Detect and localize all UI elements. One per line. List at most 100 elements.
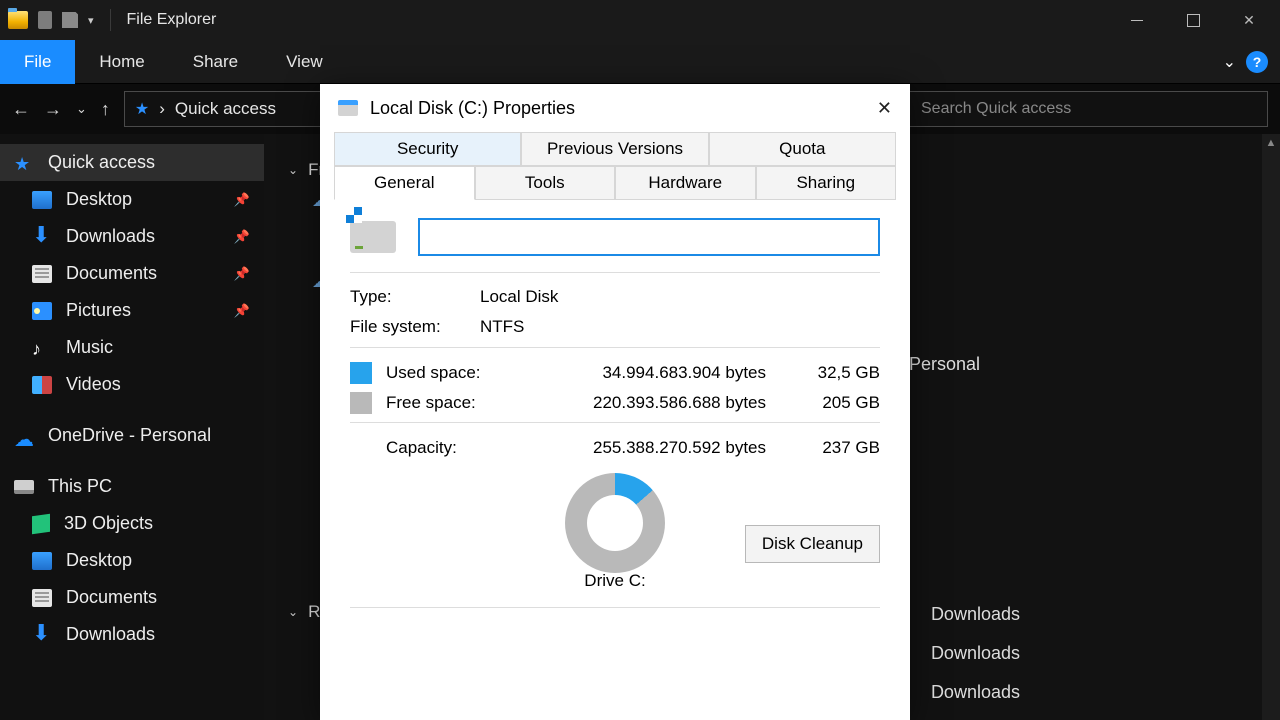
- sidebar-onedrive[interactable]: ☁ OneDrive - Personal: [0, 417, 264, 454]
- free-swatch-icon: [350, 392, 372, 414]
- tab-sharing[interactable]: Sharing: [756, 166, 897, 200]
- scroll-up-icon[interactable]: ▲: [1262, 134, 1280, 152]
- tab-view[interactable]: View: [262, 40, 347, 84]
- sidebar-item-desktop2[interactable]: Desktop: [0, 542, 264, 579]
- disk-cleanup-button[interactable]: Disk Cleanup: [745, 525, 880, 563]
- chevron-down-icon: ⌄: [288, 605, 298, 619]
- sidebar-label: This PC: [48, 476, 112, 497]
- sidebar-this-pc[interactable]: This PC: [0, 468, 264, 505]
- ribbon-collapse-icon[interactable]: ⌄: [1223, 52, 1236, 72]
- pin-icon[interactable]: 📌: [234, 303, 250, 319]
- free-bytes: 220.393.586.688 bytes: [510, 393, 786, 413]
- breadcrumb-sep-icon: ›: [159, 99, 165, 119]
- document-icon: [32, 589, 52, 607]
- close-button[interactable]: [1226, 0, 1272, 40]
- used-space-row: Used space: 34.994.683.904 bytes 32,5 GB: [350, 362, 880, 384]
- pin-icon[interactable]: 📌: [234, 192, 250, 208]
- quick-access-dropdown-icon[interactable]: ▾: [88, 14, 94, 27]
- star-icon: ★: [14, 154, 34, 172]
- separator: [110, 9, 111, 31]
- help-icon[interactable]: ?: [1246, 51, 1268, 73]
- desktop-icon: [32, 191, 52, 209]
- window-title: File Explorer: [127, 11, 217, 29]
- spacer: [350, 437, 372, 459]
- type-value: Local Disk: [480, 287, 558, 307]
- tab-previous-versions[interactable]: Previous Versions: [521, 132, 708, 166]
- cloud-icon: ☁: [14, 427, 34, 445]
- search-input[interactable]: Search Quick access: [908, 91, 1268, 127]
- sidebar-item-pictures[interactable]: Pictures 📌: [0, 292, 264, 329]
- free-space-row: Free space: 220.393.586.688 bytes 205 GB: [350, 392, 880, 414]
- drive-name-input[interactable]: [418, 218, 880, 256]
- picture-icon: [32, 302, 52, 320]
- sidebar-item-label: Documents: [66, 587, 157, 608]
- sidebar-item-downloads[interactable]: ⬇Downloads📌: [0, 218, 264, 255]
- sidebar-item-label: Pictures: [66, 300, 131, 321]
- sidebar-item-videos[interactable]: Videos: [0, 366, 264, 403]
- ribbon: File Home Share View ⌄ ?: [0, 40, 1280, 84]
- scrollbar[interactable]: ▲: [1262, 134, 1280, 720]
- sidebar-item-desktop[interactable]: Desktop 📌: [0, 181, 264, 218]
- sidebar-item-label: Downloads: [66, 226, 155, 247]
- free-gb: 205 GB: [800, 393, 880, 413]
- usage-donut-chart: [565, 473, 665, 573]
- recent-item[interactable]: Downloads: [931, 643, 1020, 664]
- tab-hardware[interactable]: Hardware: [615, 166, 756, 200]
- tab-home[interactable]: Home: [75, 40, 168, 84]
- dialog-close-button[interactable]: ✕: [877, 98, 892, 119]
- capacity-row: Capacity: 255.388.270.592 bytes 237 GB: [350, 437, 880, 459]
- fs-value: NTFS: [480, 317, 524, 337]
- capacity-label: Capacity:: [386, 438, 496, 458]
- tab-general[interactable]: General: [334, 166, 475, 200]
- desktop-icon: [32, 552, 52, 570]
- video-icon: [32, 376, 52, 394]
- quick-save-icon[interactable]: [62, 12, 78, 28]
- tab-security[interactable]: Security: [334, 132, 521, 166]
- sidebar-item-music[interactable]: ♪Music: [0, 329, 264, 366]
- tab-quota[interactable]: Quota: [709, 132, 896, 166]
- sidebar-item-3d[interactable]: 3D Objects: [0, 505, 264, 542]
- sidebar-item-label: Desktop: [66, 189, 132, 210]
- address-location: Quick access: [175, 99, 276, 119]
- sidebar-item-documents2[interactable]: Documents: [0, 579, 264, 616]
- tab-tools[interactable]: Tools: [475, 166, 616, 200]
- search-placeholder: Search Quick access: [921, 100, 1071, 118]
- dialog-body: Type:Local Disk File system:NTFS Used sp…: [320, 200, 910, 640]
- minimize-button[interactable]: [1114, 0, 1160, 40]
- window-titlebar: ▾ File Explorer: [0, 0, 1280, 40]
- app-folder-icon: [8, 11, 28, 29]
- used-bytes: 34.994.683.904 bytes: [510, 363, 786, 383]
- drive-large-icon: [350, 221, 396, 253]
- sidebar-item-downloads2[interactable]: ⬇ Downloads: [0, 616, 264, 653]
- free-label: Free space:: [386, 393, 496, 413]
- sidebar-label: OneDrive - Personal: [48, 425, 211, 446]
- drive-caption: Drive C:: [350, 571, 880, 591]
- chevron-down-icon: ⌄: [288, 163, 298, 177]
- up-button[interactable]: ↑: [101, 99, 110, 120]
- quick-access-star-icon: ★: [135, 99, 149, 119]
- sidebar-item-label: Downloads: [66, 624, 155, 645]
- history-dropdown-icon[interactable]: ⌄: [76, 101, 87, 117]
- forward-button[interactable]: →: [44, 99, 62, 120]
- used-gb: 32,5 GB: [800, 363, 880, 383]
- sidebar-item-documents[interactable]: Documents 📌: [0, 255, 264, 292]
- pin-icon[interactable]: 📌: [234, 266, 250, 282]
- back-button[interactable]: ←: [12, 99, 30, 120]
- maximize-button[interactable]: [1170, 0, 1216, 40]
- sidebar-quick-access[interactable]: ★ Quick access: [0, 144, 264, 181]
- recent-item[interactable]: Downloads: [931, 604, 1020, 625]
- recent-item[interactable]: Downloads: [931, 682, 1020, 703]
- tab-share[interactable]: Share: [169, 40, 262, 84]
- sidebar-item-label: 3D Objects: [64, 513, 153, 534]
- properties-dialog: Local Disk (C:) Properties ✕ Security Pr…: [320, 84, 910, 720]
- tab-strip: Security Previous Versions Quota General…: [320, 132, 910, 200]
- drive-icon: [338, 100, 358, 116]
- file-menu[interactable]: File: [0, 40, 75, 84]
- used-swatch-icon: [350, 362, 372, 384]
- sidebar-item-label: Videos: [66, 374, 121, 395]
- sidebar-item-label: Documents: [66, 263, 157, 284]
- download-icon: ⬇: [32, 626, 52, 644]
- pin-icon[interactable]: 📌: [234, 229, 250, 245]
- quick-disk-icon[interactable]: [38, 11, 52, 29]
- sidebar-item-label: Music: [66, 337, 113, 358]
